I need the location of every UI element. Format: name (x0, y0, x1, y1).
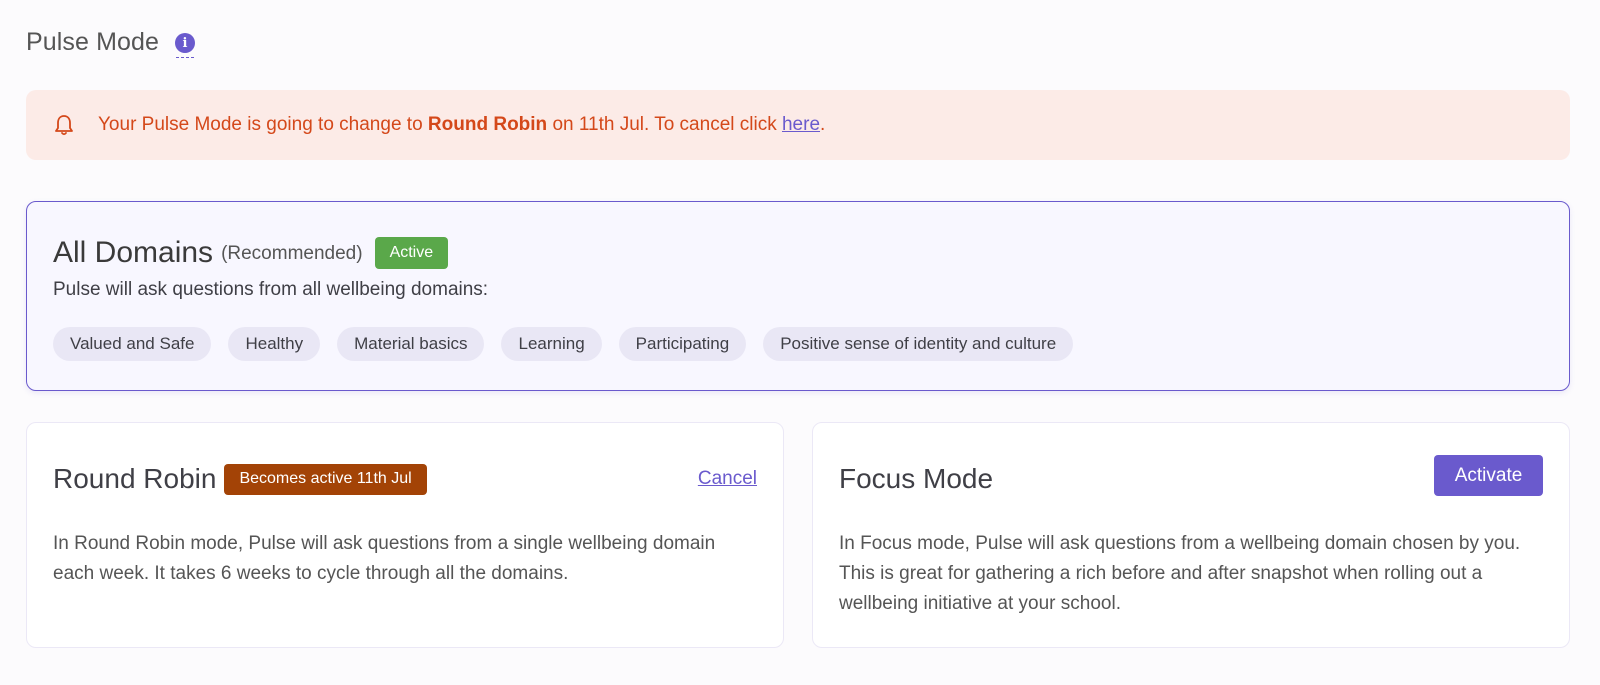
page-header: Pulse Mode i (26, 24, 196, 60)
cancel-button[interactable]: Cancel (698, 468, 757, 490)
alert-text: Your Pulse Mode is going to change to Ro… (98, 114, 825, 136)
cancel-change-link[interactable]: here (782, 114, 820, 135)
activate-button[interactable]: Activate (1434, 455, 1543, 496)
domain-chip: Positive sense of identity and culture (763, 327, 1074, 361)
domain-chip-list: Valued and Safe Healthy Material basics … (53, 327, 1074, 361)
alert-text-suffix: . (820, 114, 826, 135)
focus-mode-description: In Focus mode, Pulse will ask questions … (839, 533, 1521, 614)
alert-mode-name: Round Robin (427, 114, 548, 135)
domain-chip: Valued and Safe (53, 327, 212, 361)
domain-chip: Healthy (228, 327, 321, 361)
alert-text-prefix: Your Pulse Mode is going to change to (98, 114, 428, 135)
round-robin-card: Round Robin Becomes active 11th Jul Canc… (26, 422, 784, 648)
active-badge: Active (374, 237, 449, 269)
all-domains-title: All Domains (53, 236, 214, 269)
page-title: Pulse Mode (26, 27, 160, 56)
domain-chip: Learning (501, 327, 602, 361)
becomes-active-badge: Becomes active 11th Jul (224, 463, 427, 495)
focus-mode-title: Focus Mode (839, 463, 994, 494)
all-domains-card: All Domains (Recommended) Active Pulse w… (26, 201, 1570, 391)
bell-icon (54, 114, 74, 136)
focus-mode-card: Focus Mode Activate In Focus mode, Pulse… (812, 422, 1570, 648)
round-robin-title-row: Round Robin Becomes active 11th Jul (53, 460, 427, 498)
domain-chip: Participating (618, 327, 747, 361)
focus-mode-title-row: Focus Mode (839, 460, 993, 498)
all-domains-subtitle: Pulse will ask questions from all wellbe… (53, 279, 489, 300)
round-robin-description: In Round Robin mode, Pulse will ask ques… (53, 533, 716, 584)
recommended-label: (Recommended) (221, 243, 363, 264)
mode-change-alert: Your Pulse Mode is going to change to Ro… (26, 90, 1570, 160)
all-domains-title-row: All Domains (Recommended) Active (53, 236, 449, 270)
domain-chip: Material basics (337, 327, 485, 361)
round-robin-title: Round Robin (53, 463, 217, 494)
alert-text-middle: on 11th Jul. To cancel click (547, 114, 782, 135)
info-icon[interactable]: i (175, 33, 196, 58)
